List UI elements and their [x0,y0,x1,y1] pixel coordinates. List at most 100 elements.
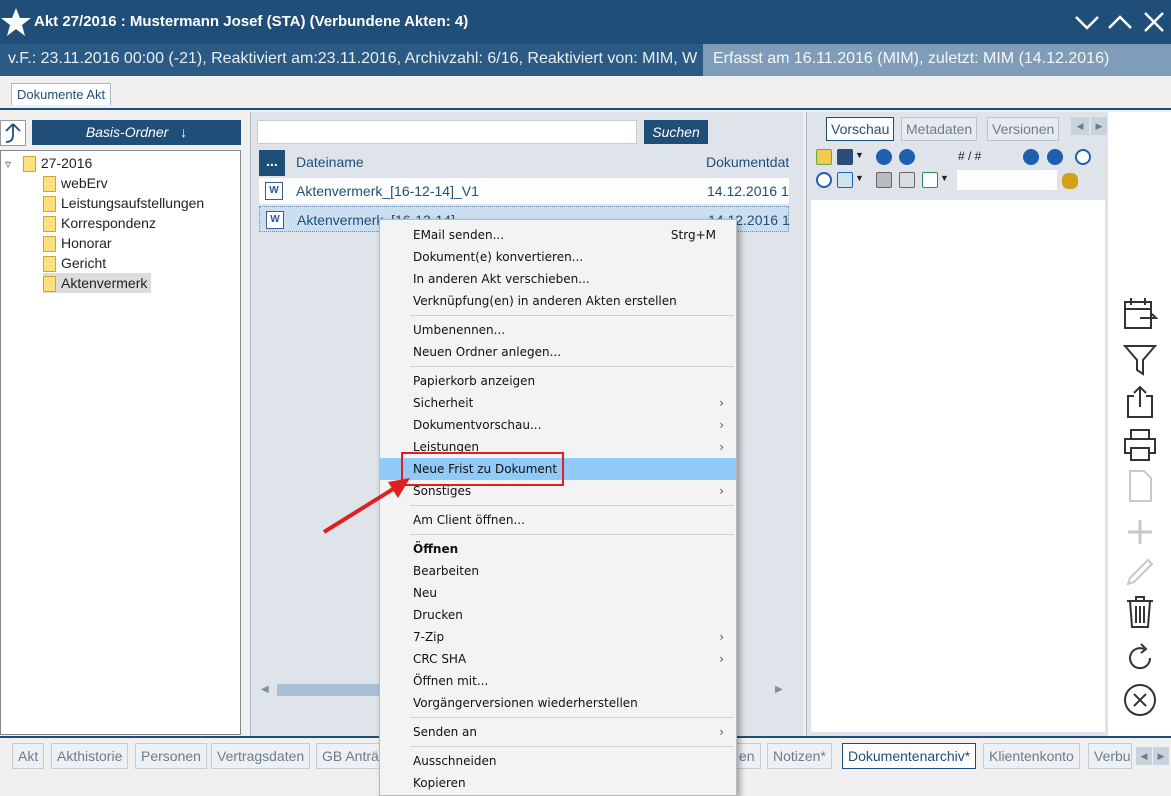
tab-hidden[interactable]: en [734,743,761,769]
search-input[interactable] [257,120,637,144]
open-folder-icon[interactable] [816,149,832,165]
title-bar: Akt 27/2016 : Mustermann Josef (STA) (Ve… [0,0,1171,44]
scroll-right-icon[interactable]: ▶ [775,684,783,695]
menu-item-vorgaengerversionen[interactable]: Vorgängerversionen wiederherstellen [380,692,736,714]
filter-icon[interactable] [1122,342,1158,378]
arrow-up-icon [5,123,21,143]
menu-item-oeffnen[interactable]: Öffnen [380,538,736,560]
submenu-arrow-icon: › [719,418,724,432]
tree-item-aktenvermerk[interactable]: Aktenvermerk [43,273,152,293]
tab-versionen[interactable]: Versionen [987,117,1060,141]
tab-akthistorie[interactable]: Akthistorie [51,743,129,769]
menu-item-verschieben[interactable]: In anderen Akt verschieben... [380,268,736,290]
star-icon[interactable] [0,4,32,40]
menu-item-7zip[interactable]: 7-Zip › [380,626,736,648]
trash-icon[interactable] [1122,594,1158,630]
print-icon[interactable] [876,172,892,188]
menu-item-label: Dokumentvorschau... [413,418,542,432]
zoom-in-icon[interactable] [1075,149,1091,165]
zoom-out-icon[interactable] [816,172,832,188]
search-preview-input[interactable] [957,170,1057,190]
menu-item-senden-an[interactable]: Senden an › [380,721,736,743]
info-bar: v.F.: 23.11.2016 00:00 (-21), Reaktivier… [0,44,1171,76]
first-page-icon[interactable] [876,149,892,165]
tree-item-korrespondenz[interactable]: Korrespondenz [43,213,156,233]
word-document-icon: W [266,211,284,229]
column-header-date[interactable]: Dokumentdat [706,154,789,170]
menu-item-crc-sha[interactable]: CRC SHA › [380,648,736,670]
table-row[interactable]: W Aktenvermerk_[16-12-14]_V1 14.12.2016 … [259,178,789,204]
tab-gb-antraege[interactable]: GB Anträ [316,743,386,769]
info-text-right: Erfasst am 16.11.2016 (MIM), zuletzt: MI… [703,44,1171,76]
column-chooser-button[interactable]: ... [259,150,285,176]
fit-page-icon[interactable] [837,172,853,188]
close-icon[interactable] [1140,8,1168,36]
refresh-icon[interactable] [1122,640,1158,676]
export-icon[interactable] [922,172,938,188]
tabs-scroll-right-icon[interactable]: ▶ [1153,747,1169,765]
menu-item-umbenennen[interactable]: Umbenennen... [380,319,736,341]
folder-tree[interactable]: ▿ 27-2016 webErv Leistungsaufstellungen … [0,150,241,735]
menu-item-neu[interactable]: Neu [380,582,736,604]
tree-item-root[interactable]: ▿ 27-2016 [5,153,92,173]
cancel-icon[interactable] [1122,682,1158,718]
menu-item-label: CRC SHA [413,652,467,666]
menu-item-verknuepfung[interactable]: Verknüpfung(en) in anderen Akten erstell… [380,290,736,312]
scroll-left-icon[interactable]: ◀ [261,684,269,695]
tree-item-honorar[interactable]: Honorar [43,233,112,253]
print-icon[interactable] [1122,427,1158,463]
menu-item-label: Umbenennen... [413,323,506,337]
menu-separator [410,505,734,506]
tab-notizen[interactable]: Notizen* [767,743,832,769]
up-folder-button[interactable] [0,120,26,146]
menu-item-kopieren[interactable]: Kopieren [380,772,736,794]
menu-item-konvertieren[interactable]: Dokument(e) konvertieren... [380,246,736,268]
tree-expander-icon[interactable]: ▿ [5,154,19,174]
menu-item-papierkorb[interactable]: Papierkorb anzeigen [380,370,736,392]
tree-item-leistungsaufstellungen[interactable]: Leistungsaufstellungen [43,193,204,213]
next-page-icon[interactable] [1023,149,1039,165]
search-button[interactable]: Suchen [644,120,708,144]
last-page-icon[interactable] [1047,149,1063,165]
tab-akt[interactable]: Akt [12,743,45,769]
previous-page-icon[interactable] [899,149,915,165]
chevron-down-icon[interactable] [1073,8,1101,36]
tab-metadaten[interactable]: Metadaten [901,117,978,141]
table-icon[interactable] [899,172,915,188]
tab-dokumente-akt[interactable]: Dokumente Akt [11,83,112,105]
dropdown-arrow-icon[interactable]: ▼ [940,173,949,183]
menu-item-am-client-oeffnen[interactable]: Am Client öffnen... [380,509,736,531]
tabs-scroll-left-icon[interactable]: ◀ [1136,747,1152,765]
tab-vertragsdaten[interactable]: Vertragsdaten [211,743,311,769]
dropdown-arrow-icon[interactable]: ▼ [855,150,864,160]
menu-item-ausschneiden[interactable]: Ausschneiden [380,750,736,772]
binoculars-icon[interactable] [1062,173,1078,189]
tab-klientenkonto[interactable]: Klientenkonto [983,743,1080,769]
basis-ordner-label: Basis-Ordner [85,124,169,140]
tab-verbundene[interactable]: Verbu [1088,743,1132,769]
dropdown-arrow-icon[interactable]: ▼ [855,173,864,183]
submenu-arrow-icon: › [719,484,724,498]
menu-item-drucken[interactable]: Drucken [380,604,736,626]
menu-item-label: Ausschneiden [413,754,497,768]
menu-item-dokumentvorschau[interactable]: Dokumentvorschau... › [380,414,736,436]
menu-item-bearbeiten[interactable]: Bearbeiten [380,560,736,582]
tab-personen[interactable]: Personen [135,743,207,769]
tab-dokumentenarchiv[interactable]: Dokumentenarchiv* [842,743,977,769]
menu-item-email-senden[interactable]: EMail senden... Strg+M [380,224,736,246]
menu-item-neuer-ordner[interactable]: Neuen Ordner anlegen... [380,341,736,363]
column-header-name[interactable]: Dateiname [296,154,364,170]
share-icon[interactable] [1122,384,1158,420]
tab-scroll-left-icon[interactable]: ◀ [1071,117,1089,135]
chevron-up-icon[interactable] [1106,8,1134,36]
calendar-export-icon[interactable] [1122,296,1158,332]
menu-item-oeffnen-mit[interactable]: Öffnen mit... [380,670,736,692]
basis-ordner-button[interactable]: Basis-Ordner ↓ [32,120,241,145]
tab-scroll-right-icon[interactable]: ▶ [1091,117,1107,135]
menu-item-sicherheit[interactable]: Sicherheit › [380,392,736,414]
save-icon[interactable] [837,149,853,165]
page-counter: # / # [958,149,982,163]
tab-vorschau[interactable]: Vorschau [826,117,895,141]
tree-item-weberv[interactable]: webErv [43,173,108,193]
tree-item-gericht[interactable]: Gericht [43,253,106,273]
